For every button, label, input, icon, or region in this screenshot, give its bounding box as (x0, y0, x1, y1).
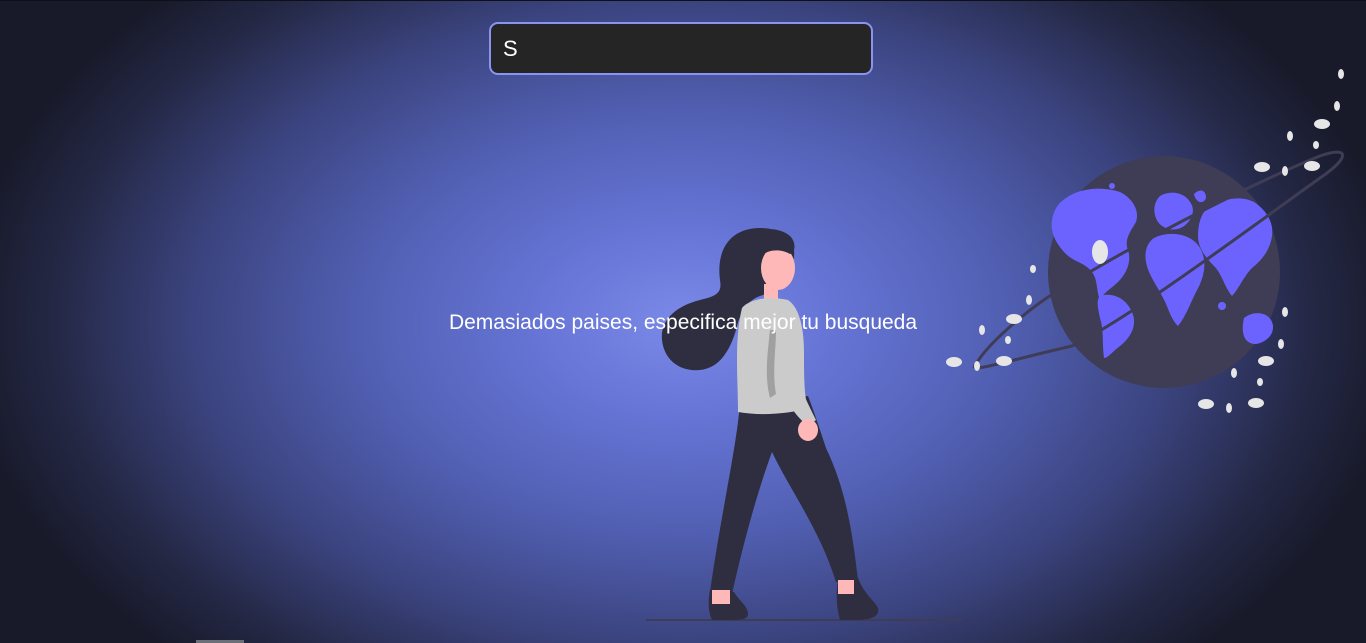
page: Demasiados paises, especifica mejor tu b… (0, 0, 1366, 643)
woman-walking-illustration (646, 228, 962, 621)
status-message: Demasiados paises, especifica mejor tu b… (448, 311, 918, 334)
globe-icon (946, 69, 1344, 413)
